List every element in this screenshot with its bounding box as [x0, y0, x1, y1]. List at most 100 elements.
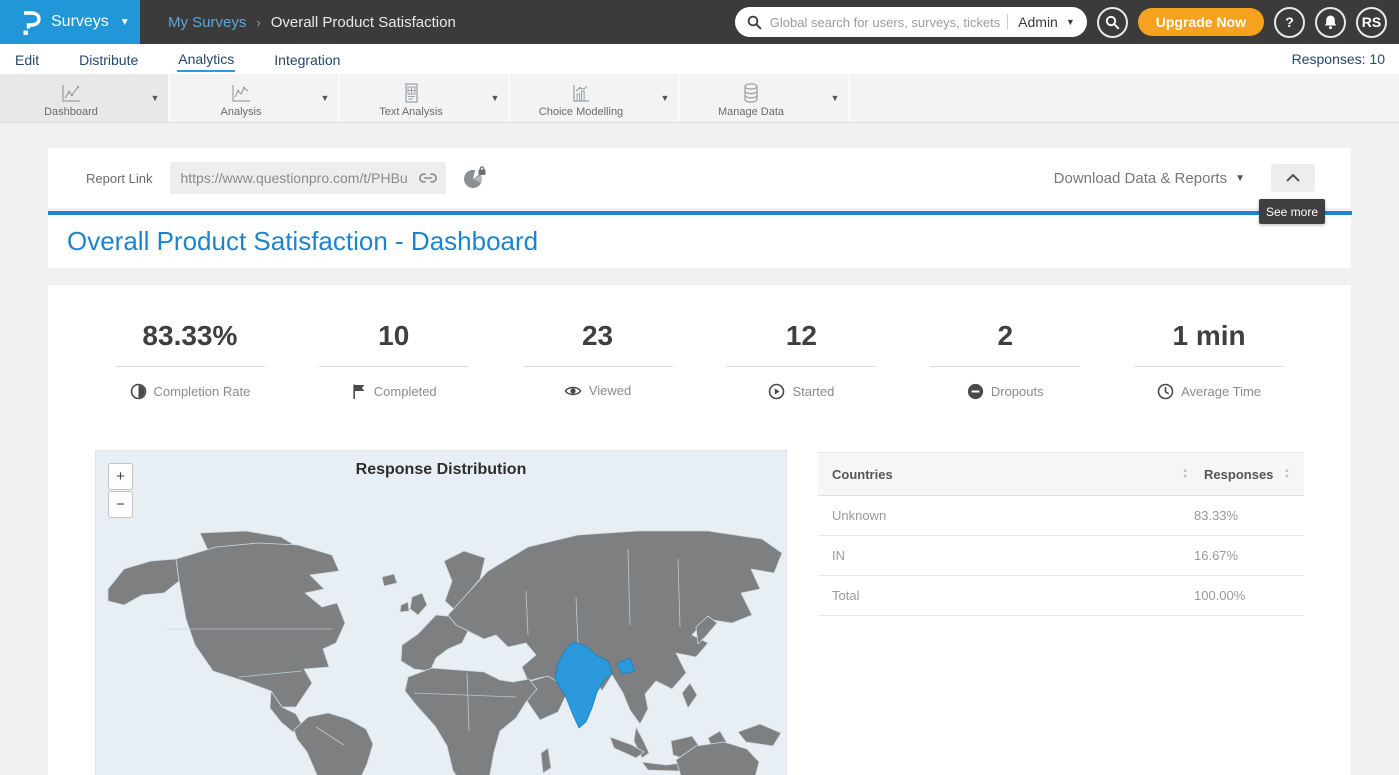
- link-icon[interactable]: [418, 171, 438, 185]
- search-scope-label: Admin: [1007, 14, 1066, 30]
- divider: [115, 366, 265, 367]
- breadcrumb-my-surveys[interactable]: My Surveys: [168, 14, 246, 31]
- toolbar-dashboard[interactable]: Dashboard ▼: [0, 74, 170, 122]
- collapse-header-button[interactable]: [1271, 164, 1315, 192]
- stat-label: Viewed: [589, 383, 631, 398]
- breadcrumb-separator: ›: [256, 15, 260, 30]
- chevron-down-icon[interactable]: ▼: [482, 93, 508, 103]
- responses-cell: 16.67%: [1194, 548, 1290, 563]
- stat-value: 12: [786, 320, 817, 352]
- upgrade-now-button[interactable]: Upgrade Now: [1138, 8, 1264, 36]
- toolbar-manage-data-label: Manage Data: [718, 106, 784, 118]
- table-row: Unknown 83.33%: [818, 496, 1304, 536]
- topbar-actions: Admin ▼ Upgrade Now ? RS: [735, 7, 1399, 38]
- product-name: Surveys: [51, 13, 109, 31]
- chevron-down-icon[interactable]: ▼: [142, 93, 168, 103]
- stat-label: Dropouts: [991, 384, 1044, 399]
- toolbar-text-analysis-label: Text Analysis: [379, 106, 443, 118]
- responses-cell: 83.33%: [1194, 508, 1290, 523]
- table-row: IN 16.67%: [818, 536, 1304, 576]
- dashboard-card: 83.33% Completion Rate 10 Completed 23: [48, 285, 1351, 775]
- stat-value: 10: [378, 320, 409, 352]
- stat-label: Completion Rate: [154, 384, 251, 399]
- download-reports: Download Data & Reports ▼: [1054, 164, 1315, 192]
- country-cell: IN: [832, 548, 1194, 563]
- report-link-field[interactable]: [170, 162, 446, 194]
- top-bar: Surveys ▼ My Surveys › Overall Product S…: [0, 0, 1399, 44]
- notifications-button[interactable]: [1315, 7, 1346, 38]
- avatar[interactable]: RS: [1356, 7, 1387, 38]
- stat-value: 2: [997, 320, 1013, 352]
- search-button[interactable]: [1097, 7, 1128, 38]
- toolbar-choice-modelling[interactable]: Choice Modelling ▼: [510, 74, 680, 122]
- stat-value: 1 min: [1172, 320, 1245, 352]
- chevron-down-icon[interactable]: ▼: [1235, 173, 1245, 184]
- completion-rate-icon: [130, 383, 147, 400]
- stat-started: 12 Started: [699, 320, 903, 400]
- text-analysis-document-icon: [399, 82, 423, 104]
- title-band: Overall Product Satisfaction - Dashboard: [48, 215, 1351, 268]
- map-zoom-in-button[interactable]: +: [108, 463, 133, 490]
- globe-lock-icon[interactable]: [462, 166, 488, 190]
- map-title: Response Distribution: [96, 461, 786, 479]
- stat-average-time: 1 min Average Time: [1107, 320, 1311, 400]
- stat-value: 83.33%: [142, 320, 237, 352]
- toolbar-analysis[interactable]: Analysis ▼: [170, 74, 340, 122]
- country-cell: Total: [832, 588, 1194, 603]
- search-icon: [1105, 15, 1120, 30]
- stat-completion-rate: 83.33% Completion Rate: [88, 320, 292, 400]
- stat-label: Completed: [374, 384, 437, 399]
- bell-icon: [1323, 14, 1338, 30]
- divider: [523, 366, 673, 367]
- toolbar-manage-data[interactable]: Manage Data ▼: [680, 74, 850, 122]
- global-search[interactable]: Admin ▼: [735, 7, 1087, 37]
- avatar-initials: RS: [1362, 14, 1381, 30]
- tab-analytics[interactable]: Analytics: [177, 47, 235, 72]
- report-link-input[interactable]: [180, 170, 418, 186]
- search-icon: [747, 15, 762, 30]
- stat-dropouts: 2 Dropouts: [903, 320, 1107, 400]
- tab-integration[interactable]: Integration: [273, 48, 341, 71]
- toolbar-analysis-label: Analysis: [221, 106, 262, 118]
- minus-circle-icon: [967, 383, 984, 400]
- stat-label: Average Time: [1181, 384, 1261, 399]
- chevron-down-icon[interactable]: ▼: [822, 93, 848, 103]
- play-icon: [768, 383, 785, 400]
- sort-countries-icon[interactable]: ▲▼: [1182, 469, 1188, 480]
- country-cell: Unknown: [832, 508, 1194, 523]
- help-button[interactable]: ?: [1274, 7, 1305, 38]
- download-reports-label[interactable]: Download Data & Reports: [1054, 170, 1227, 187]
- help-icon: ?: [1285, 14, 1294, 30]
- toolbar-dashboard-label: Dashboard: [44, 106, 98, 118]
- choice-modelling-chart-icon: [569, 82, 593, 104]
- survey-tabs: Edit Distribute Analytics Integration Re…: [0, 44, 1399, 74]
- responses-count: Responses: 10: [1292, 51, 1385, 67]
- tab-edit[interactable]: Edit: [14, 48, 40, 71]
- toolbar-text-analysis[interactable]: Text Analysis ▼: [340, 74, 510, 122]
- chevron-down-icon[interactable]: ▼: [312, 93, 338, 103]
- stat-completed: 10 Completed: [292, 320, 496, 400]
- analysis-chart-icon: [229, 82, 253, 104]
- stats-row: 83.33% Completion Rate 10 Completed 23: [48, 320, 1351, 400]
- see-more-tooltip: See more: [1259, 199, 1325, 224]
- breadcrumb: My Surveys › Overall Product Satisfactio…: [168, 14, 456, 31]
- search-scope-chevron-icon[interactable]: ▼: [1066, 17, 1077, 27]
- chevron-down-icon[interactable]: ▼: [652, 93, 678, 103]
- database-icon: [739, 82, 763, 104]
- divider: [319, 366, 469, 367]
- responses-cell: 100.00%: [1194, 588, 1290, 603]
- page-title: Overall Product Satisfaction - Dashboard: [67, 226, 538, 257]
- product-switcher[interactable]: Surveys ▼: [0, 0, 140, 44]
- map-zoom-out-button[interactable]: −: [108, 491, 133, 518]
- breadcrumb-current: Overall Product Satisfaction: [271, 14, 456, 31]
- questionpro-logo-icon: [16, 8, 42, 36]
- search-input[interactable]: [770, 15, 1001, 30]
- sort-responses-icon[interactable]: ▲▼: [1284, 469, 1290, 480]
- world-map[interactable]: [96, 527, 787, 775]
- table-header: Countries ▲▼ Responses ▲▼: [818, 452, 1304, 496]
- eye-icon: [564, 384, 582, 398]
- tab-distribute[interactable]: Distribute: [78, 48, 139, 71]
- column-responses: Responses: [1204, 467, 1284, 482]
- report-link-label: Report Link: [86, 171, 152, 186]
- clock-icon: [1157, 383, 1174, 400]
